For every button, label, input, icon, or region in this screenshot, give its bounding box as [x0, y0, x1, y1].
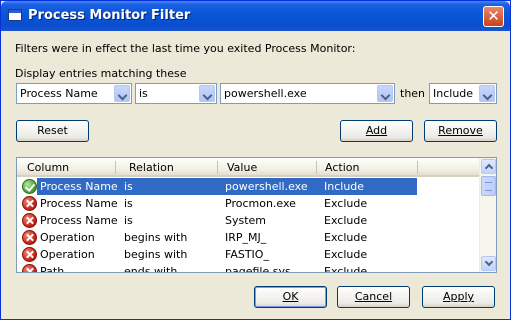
cell-relation: ends with: [124, 265, 178, 273]
cell-action: Exclude: [324, 248, 368, 261]
cell-relation: begins with: [124, 248, 188, 261]
ok-button-label: OK: [282, 290, 299, 303]
action-select-value: Include: [433, 87, 474, 100]
check-icon[interactable]: [22, 179, 37, 194]
header-action[interactable]: Action: [325, 161, 359, 174]
cell-relation: is: [124, 214, 133, 227]
cell-value: pagefile.sys: [225, 265, 291, 273]
cell-action: Exclude: [324, 265, 368, 273]
scroll-down-icon[interactable]: [481, 256, 496, 271]
cell-action: Exclude: [324, 214, 368, 227]
cell-relation: is: [124, 180, 133, 193]
table-row[interactable]: Process Name is powershell.exe Include: [17, 178, 480, 195]
cell-column: Operation: [40, 231, 95, 244]
action-select[interactable]: Include: [429, 83, 497, 104]
error-x-icon[interactable]: [22, 230, 37, 245]
table-row[interactable]: Process Name is System Exclude: [17, 212, 480, 229]
cell-value: FASTIO_: [225, 248, 269, 261]
cell-column: Process Name: [40, 180, 118, 193]
chevron-down-icon[interactable]: [199, 85, 215, 102]
error-x-icon[interactable]: [22, 213, 37, 228]
cancel-button[interactable]: Cancel: [337, 286, 410, 308]
list-header: Column Relation Value Action: [17, 158, 480, 177]
reset-button[interactable]: Reset: [16, 120, 89, 142]
remove-button-label: Remove: [438, 124, 483, 137]
cancel-button-label: Cancel: [354, 290, 393, 303]
cell-column: Process Name: [40, 214, 118, 227]
value-combo[interactable]: powershell.exe: [220, 83, 395, 104]
match-label: Display entries matching these: [15, 67, 187, 80]
header-value[interactable]: Value: [227, 161, 257, 174]
apply-button[interactable]: Apply: [422, 286, 495, 308]
remove-button[interactable]: Remove: [424, 120, 497, 142]
error-x-icon[interactable]: [22, 264, 37, 272]
window-icon: [8, 9, 22, 21]
cell-value: powershell.exe: [225, 180, 308, 193]
intro-text: Filters were in effect the last time you…: [15, 42, 356, 55]
header-divider[interactable]: [417, 161, 418, 174]
table-row[interactable]: Process Name is Procmon.exe Exclude: [17, 195, 480, 212]
relation-select-value: is: [139, 87, 148, 100]
cell-value: Procmon.exe: [225, 197, 296, 210]
column-select-value: Process Name: [20, 87, 98, 100]
column-select[interactable]: Process Name: [16, 83, 132, 104]
chevron-down-icon[interactable]: [479, 85, 495, 102]
window-title: Process Monitor Filter: [28, 8, 191, 23]
relation-select[interactable]: is: [135, 83, 217, 104]
header-divider[interactable]: [115, 161, 116, 174]
cell-column: Operation: [40, 248, 95, 261]
table-row[interactable]: Path ends with pagefile.sys Exclude: [17, 263, 480, 273]
scroll-up-icon[interactable]: [481, 159, 496, 174]
apply-button-label: Apply: [442, 290, 475, 303]
cell-relation: begins with: [124, 231, 188, 244]
error-x-icon[interactable]: [22, 196, 37, 211]
filter-list[interactable]: Column Relation Value Action Process Nam…: [16, 157, 497, 273]
chevron-down-icon[interactable]: [377, 85, 393, 102]
ok-button[interactable]: OK: [254, 286, 327, 308]
cell-relation: is: [124, 197, 133, 210]
title-bar[interactable]: Process Monitor Filter ✕: [1, 1, 510, 31]
scroll-thumb[interactable]: [481, 176, 496, 196]
chevron-down-icon[interactable]: [114, 85, 130, 102]
vertical-scrollbar[interactable]: [479, 158, 496, 272]
header-divider[interactable]: [217, 161, 218, 174]
error-x-icon[interactable]: [22, 247, 37, 262]
add-button-label: Add: [365, 124, 388, 137]
value-combo-value: powershell.exe: [224, 87, 307, 100]
table-row[interactable]: Operation begins with IRP_MJ_ Exclude: [17, 229, 480, 246]
header-divider[interactable]: [316, 161, 317, 174]
close-button[interactable]: ✕: [483, 6, 504, 27]
add-button[interactable]: Add: [340, 120, 413, 142]
cell-value: System: [225, 214, 267, 227]
cell-action: Exclude: [324, 197, 368, 210]
header-relation[interactable]: Relation: [129, 161, 174, 174]
header-column[interactable]: Column: [27, 161, 69, 174]
table-row[interactable]: Operation begins with FASTIO_ Exclude: [17, 246, 480, 263]
close-icon: ✕: [487, 7, 500, 25]
then-label: then: [400, 87, 426, 100]
cell-value: IRP_MJ_: [225, 231, 267, 244]
cell-column: Process Name: [40, 197, 118, 210]
filter-dialog: Process Monitor Filter ✕ Filters were in…: [0, 0, 511, 320]
cell-column: Path: [40, 265, 65, 273]
cell-action: Include: [324, 180, 365, 193]
cell-action: Exclude: [324, 231, 368, 244]
